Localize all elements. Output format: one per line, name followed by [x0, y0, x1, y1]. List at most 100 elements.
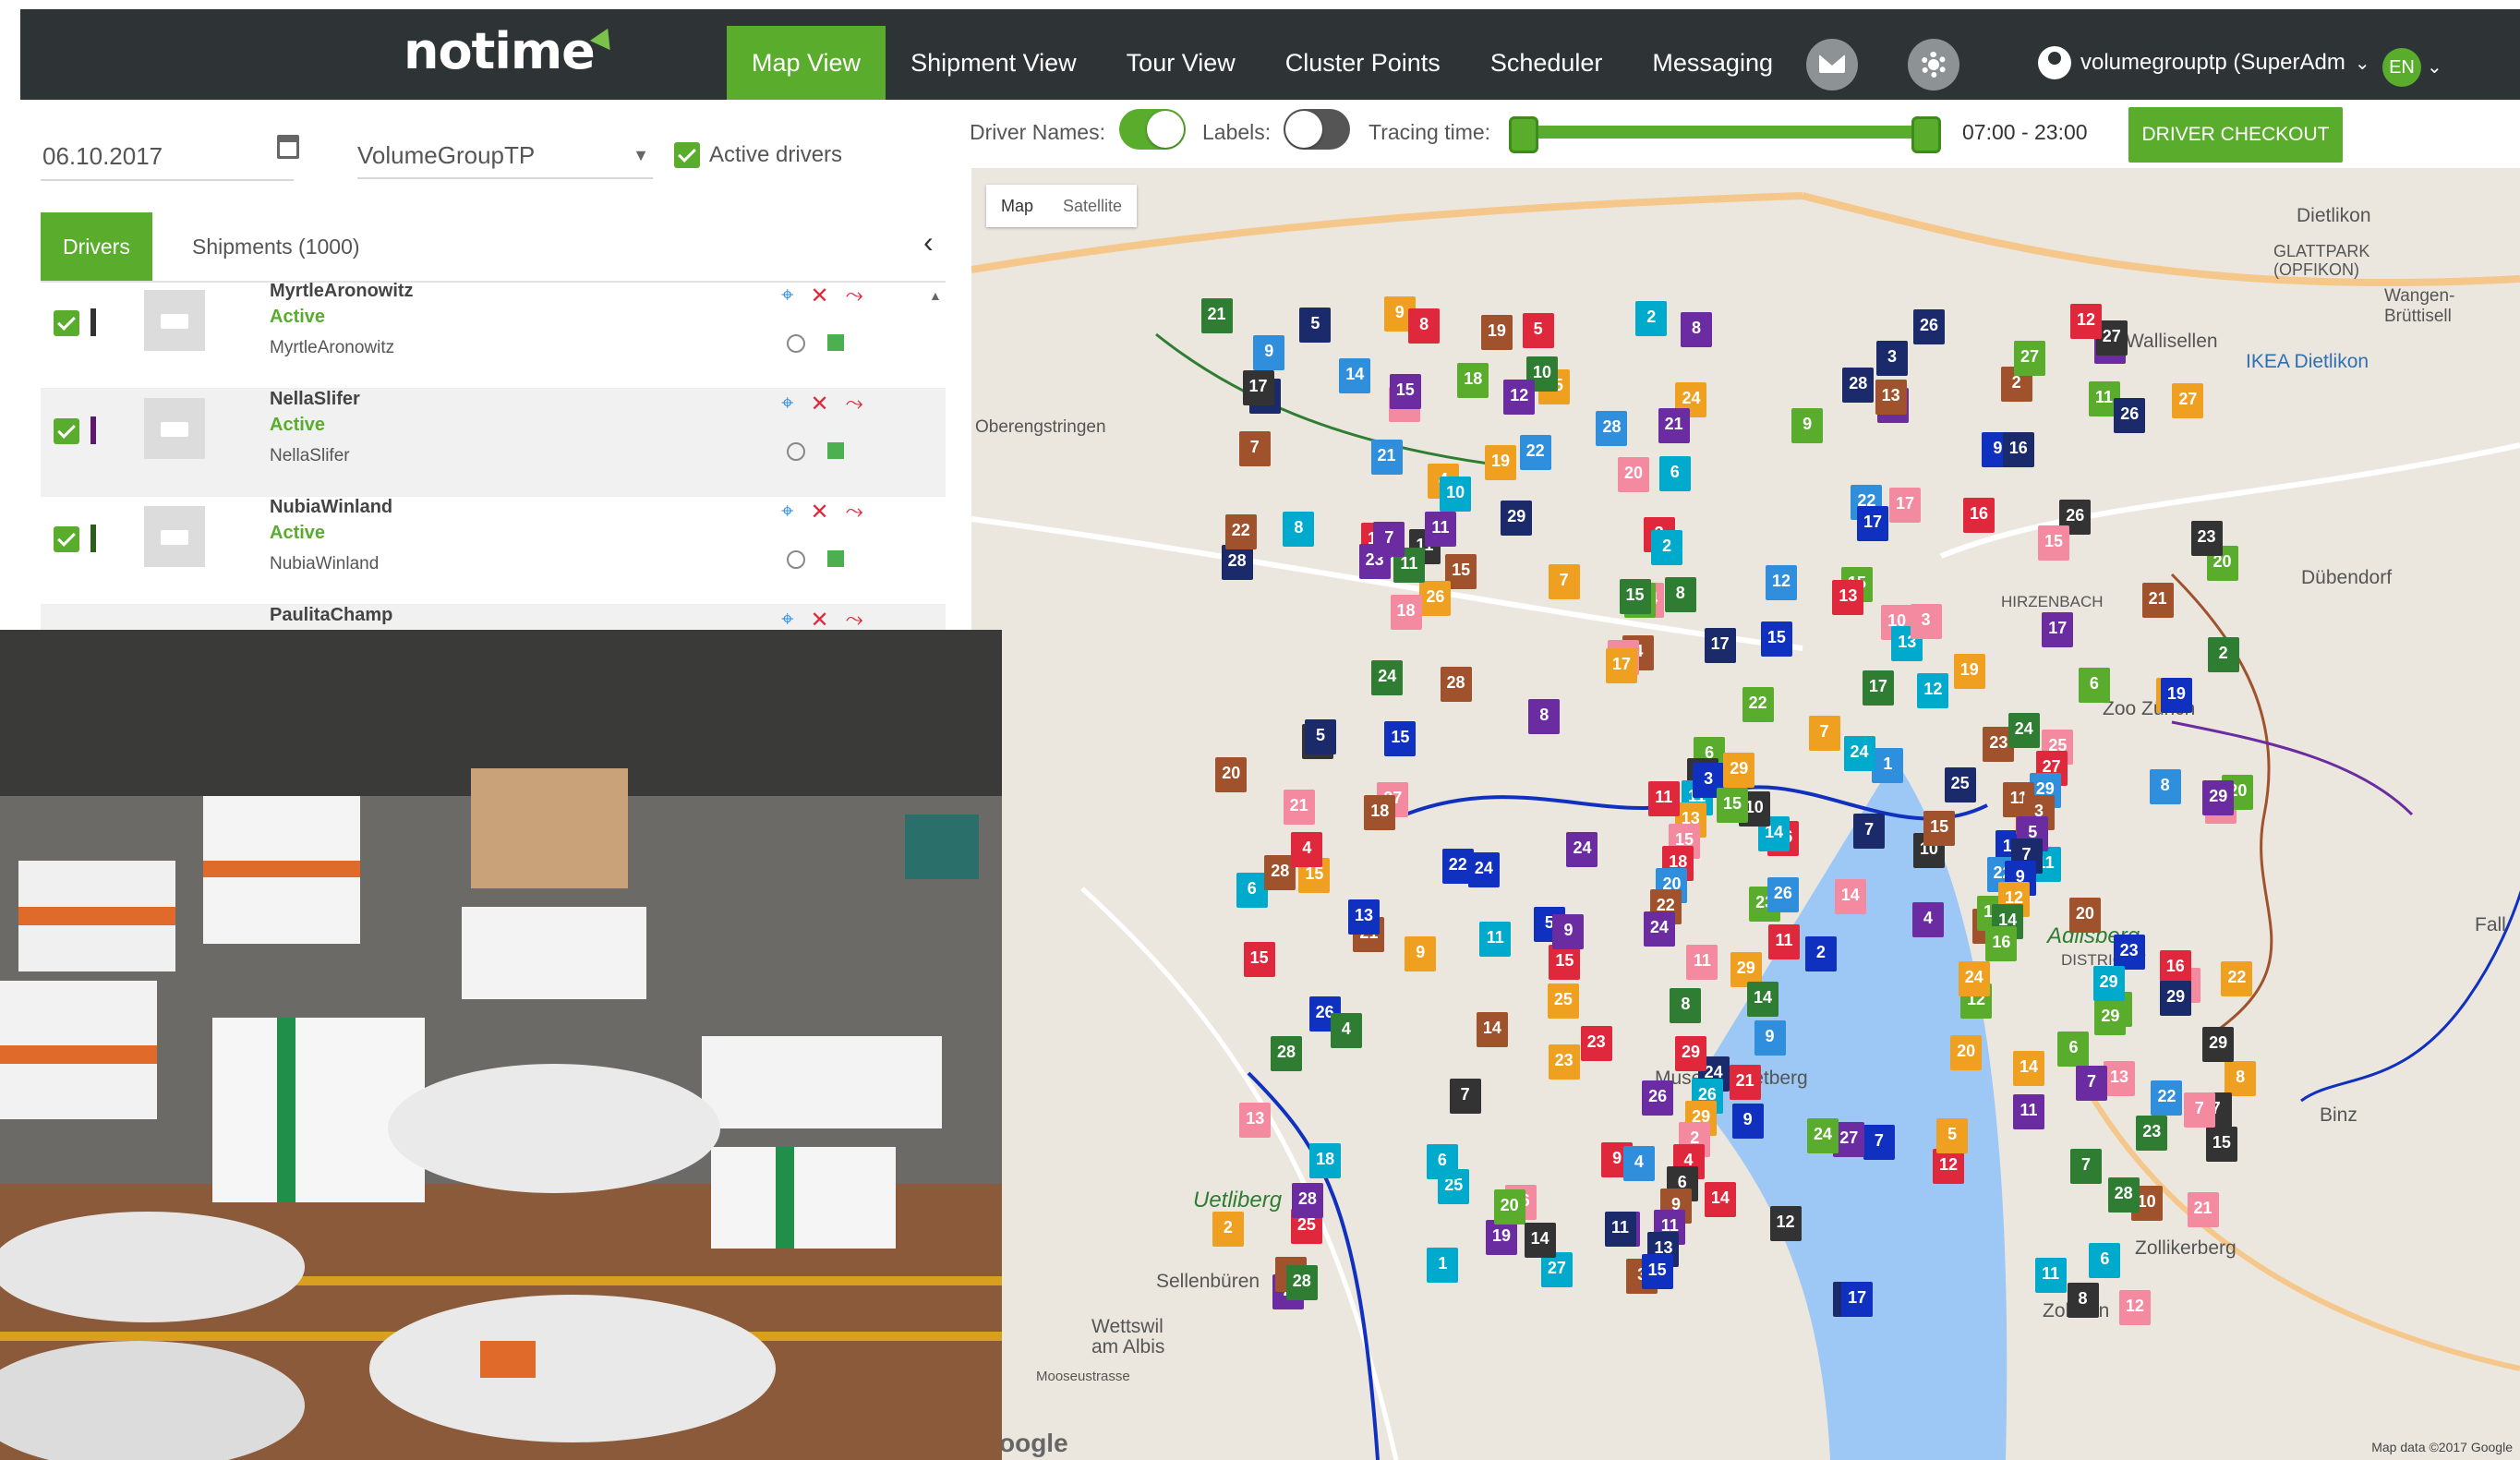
language-badge[interactable]: EN	[2382, 48, 2421, 87]
shipment-pin[interactable]: 18	[1364, 795, 1396, 831]
driver-row[interactable]: NubiaWinland Active NubiaWinland ⌖ ✕ ⤳	[41, 497, 946, 605]
shipment-pin[interactable]: 6	[1658, 455, 1691, 491]
shipment-pin[interactable]: 29	[2160, 981, 2192, 1017]
shipment-pin[interactable]: 9	[1552, 914, 1585, 950]
app-logo[interactable]: notime	[404, 22, 596, 80]
collapse-panel-icon[interactable]: ‹	[923, 225, 934, 259]
shipment-pin[interactable]: 27	[2014, 340, 2046, 376]
shipment-pin[interactable]: 11	[1604, 1211, 1636, 1247]
shipment-pin[interactable]: 7	[1853, 813, 1886, 849]
shipment-pin[interactable]: 28	[1285, 1265, 1318, 1301]
shipment-pin[interactable]: 17	[1888, 487, 1921, 523]
nav-shipment-view[interactable]: Shipment View	[886, 26, 1102, 100]
shipment-pin[interactable]: 27	[1540, 1252, 1573, 1288]
shipment-pin[interactable]: 9	[1731, 1103, 1764, 1139]
shipment-pin[interactable]: 7	[1863, 1125, 1895, 1161]
driver-radio[interactable]	[787, 442, 805, 461]
shipment-pin[interactable]: 11	[1768, 924, 1801, 960]
shipment-pin[interactable]: 1	[1872, 747, 1904, 783]
shipment-pin[interactable]: 16	[1985, 925, 2018, 961]
shipment-pin[interactable]: 15	[1389, 374, 1421, 410]
shipment-pin[interactable]: 23	[2190, 520, 2223, 556]
shipment-pin[interactable]: 15	[1641, 1253, 1673, 1289]
nav-map-view[interactable]: Map View	[727, 26, 886, 100]
driver-checkbox[interactable]	[54, 418, 79, 444]
group-select[interactable]: VolumeGroupTP ▼	[357, 133, 653, 179]
map-canvas[interactable]: Map Satellite GLATTPARK (OPFIKON) Dietli…	[971, 168, 2520, 1460]
shipment-pin[interactable]: 29	[2202, 779, 2235, 815]
shipment-pin[interactable]: 24	[1371, 660, 1404, 696]
shipment-pin[interactable]: 12	[1769, 1206, 1802, 1241]
shipment-pin[interactable]: 28	[2107, 1177, 2140, 1213]
shipment-pin[interactable]: 24	[1807, 1117, 1839, 1153]
shipment-pin[interactable]: 8	[1664, 577, 1696, 613]
shipment-pin[interactable]: 22	[2151, 1080, 2183, 1116]
shipment-pin[interactable]: 19	[1485, 444, 1516, 480]
shipment-pin[interactable]: 23	[2113, 935, 2145, 971]
shipment-pin[interactable]: 21	[2141, 583, 2174, 619]
shipment-pin[interactable]: 11	[1686, 944, 1718, 980]
shipment-pin[interactable]: 11	[1479, 921, 1512, 957]
shipment-pin[interactable]: 26	[1912, 308, 1945, 344]
shipment-pin[interactable]: 17	[1242, 370, 1274, 406]
shipment-pin[interactable]: 20	[1215, 756, 1248, 792]
shipment-pin[interactable]: 26	[1642, 1080, 1674, 1116]
nav-tour-view[interactable]: Tour View	[1102, 26, 1260, 100]
shipment-pin[interactable]: 15	[2037, 525, 2069, 561]
shipment-pin[interactable]: 6	[1426, 1143, 1458, 1179]
shipment-pin[interactable]: 6	[2078, 667, 2110, 703]
shipment-pin[interactable]: 4	[1330, 1012, 1362, 1048]
hide-pin-icon[interactable]: ✕	[811, 607, 829, 632]
tracing-time-slider[interactable]	[1509, 116, 1941, 153]
shipment-pin[interactable]: 28	[1221, 544, 1253, 580]
shipment-pin[interactable]: 25	[1547, 983, 1579, 1020]
shipment-pin[interactable]: 26	[1766, 876, 1799, 912]
shipment-pin[interactable]: 12	[2118, 1289, 2151, 1325]
active-drivers-filter[interactable]: Active drivers	[674, 142, 842, 168]
shipment-pin[interactable]: 11	[1424, 512, 1456, 548]
driver-row[interactable]: MyrtleAronowitz Active MyrtleAronowitz ⌖…	[41, 281, 946, 389]
date-field[interactable]	[41, 133, 294, 181]
active-drivers-checkbox[interactable]	[674, 142, 700, 168]
driver-row[interactable]: PaulitaChamp ⌖ ✕ ⤳	[41, 605, 946, 632]
driver-checkbox[interactable]	[54, 526, 79, 552]
shipment-pin[interactable]: 22	[2221, 961, 2253, 997]
shipment-pin[interactable]: 3	[1910, 603, 1942, 639]
shipment-pin[interactable]: 7	[1373, 522, 1405, 558]
shipment-pin[interactable]: 7	[1449, 1078, 1481, 1114]
shipment-pin[interactable]: 14	[2013, 1050, 2045, 1086]
shipment-pin[interactable]: 8	[1283, 512, 1315, 548]
scroll-up-icon[interactable]: ▲	[929, 288, 942, 303]
shipment-pin[interactable]: 2	[2207, 636, 2239, 672]
driver-radio[interactable]	[787, 550, 805, 569]
shipment-pin[interactable]: 26	[1419, 581, 1452, 617]
shipment-pin[interactable]: 21	[1283, 789, 1315, 825]
nav-scheduler[interactable]: Scheduler	[1465, 26, 1628, 100]
shipment-pin[interactable]: 9	[1253, 335, 1285, 371]
shipment-pin[interactable]: 29	[1723, 753, 1755, 789]
shipment-pin[interactable]: 28	[1440, 667, 1472, 703]
hide-pin-icon[interactable]: ✕	[811, 283, 829, 309]
shipment-pin[interactable]: 15	[1619, 578, 1651, 614]
shipment-pin[interactable]: 2	[1635, 301, 1668, 337]
shipment-pin[interactable]: 17	[2042, 612, 2074, 648]
shipment-pin[interactable]: 7	[1238, 430, 1271, 466]
chevron-down-icon[interactable]: ⌄	[2427, 55, 2442, 78]
shipment-pin[interactable]: 6	[1236, 873, 1268, 909]
shipment-pin[interactable]: 14	[1704, 1182, 1736, 1218]
shipment-pin[interactable]: 13	[1239, 1102, 1272, 1138]
shipment-pin[interactable]: 8	[1528, 698, 1561, 734]
shipment-pin[interactable]: 11	[1647, 781, 1680, 817]
route-icon[interactable]: ⤳	[846, 283, 863, 309]
shipment-pin[interactable]: 5	[1936, 1117, 1969, 1153]
shipment-pin[interactable]: 24	[1843, 735, 1875, 771]
location-pins-icon[interactable]: ⌖	[781, 607, 794, 632]
shipment-pin[interactable]: 17	[1862, 670, 1894, 706]
shipment-pin[interactable]: 20	[1618, 457, 1650, 493]
shipment-pin[interactable]: 21	[1200, 297, 1233, 333]
shipment-pin[interactable]: 29	[2202, 1027, 2235, 1063]
shipment-pin[interactable]: 15	[1760, 621, 1792, 658]
shipment-pin[interactable]: 4	[1622, 1145, 1655, 1181]
shipment-pin[interactable]: 20	[2068, 897, 2101, 933]
shipment-pin[interactable]: 16	[1963, 498, 1996, 534]
